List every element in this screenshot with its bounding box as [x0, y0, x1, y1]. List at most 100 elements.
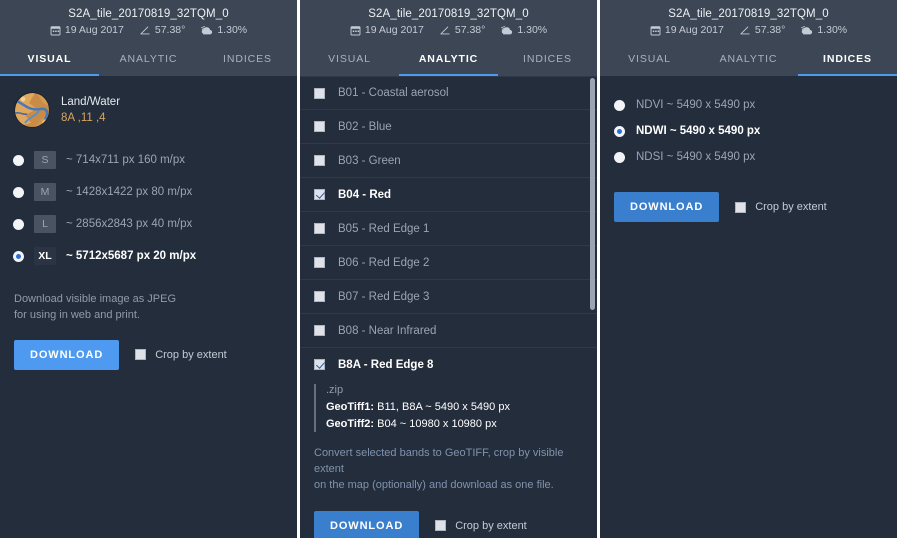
- radio-icon[interactable]: [13, 218, 24, 230]
- band-label: B04 - Red: [338, 188, 392, 201]
- resolution-option-xl[interactable]: XL ~ 5712x5687 px 20 m/px: [0, 240, 297, 272]
- band-row[interactable]: B01 - Coastal aerosol: [300, 76, 597, 110]
- page-title: S2A_tile_20170819_32TQM_0: [368, 8, 529, 20]
- band-row[interactable]: B02 - Blue: [300, 110, 597, 144]
- angle-icon: [139, 25, 151, 36]
- panel-indices-header: S2A_tile_20170819_32TQM_0 19 Aug 2017 57…: [600, 0, 897, 43]
- band-label: B06 - Red Edge 2: [338, 256, 430, 269]
- checkbox-icon[interactable]: [314, 325, 325, 336]
- checkbox-icon[interactable]: [135, 349, 147, 361]
- index-list: NDVI ~ 5490 x 5490 px NDWI ~ 5490 x 5490…: [600, 76, 897, 170]
- tab-analytic[interactable]: ANALYTIC: [699, 43, 798, 76]
- three-panel-stage: S2A_tile_20170819_32TQM_0 19 Aug 2017 57…: [0, 0, 900, 538]
- checkbox-icon-checked[interactable]: [314, 189, 325, 200]
- metadata-date-value: 19 Aug 2017: [364, 24, 424, 37]
- crop-by-extent-label: Crop by extent: [755, 201, 827, 213]
- metadata-date: 19 Aug 2017: [50, 25, 124, 36]
- zip-summary: .zip GeoTiff1: B11, B8A ~ 5490 x 5490 px…: [314, 384, 583, 432]
- metadata-angle: 57.38°: [739, 25, 785, 36]
- band-label: B07 - Red Edge 3: [338, 290, 430, 303]
- index-option-ndvi[interactable]: NDVI ~ 5490 x 5490 px: [600, 92, 897, 118]
- resolution-chip: S: [34, 151, 56, 169]
- convert-hint-line2: on the map (optionally) and download as …: [314, 478, 554, 491]
- checkbox-icon[interactable]: [314, 121, 325, 132]
- checkbox-icon[interactable]: [735, 201, 747, 213]
- panel-visual-header: S2A_tile_20170819_32TQM_0 19 Aug 2017 57…: [0, 0, 297, 43]
- preview-text: Land/Water 8A ,11 ,4: [61, 94, 120, 126]
- analytic-footer: .zip GeoTiff1: B11, B8A ~ 5490 x 5490 px…: [300, 372, 597, 538]
- band-label: B01 - Coastal aerosol: [338, 87, 449, 99]
- resolution-label: ~ 2856x2843 px 40 m/px: [66, 218, 193, 230]
- zip-title: .zip: [326, 384, 344, 396]
- radio-icon[interactable]: [13, 154, 24, 166]
- visual-hint-line2: for using in web and print.: [14, 308, 140, 321]
- resolution-option-s[interactable]: S ~ 714x711 px 160 m/px: [0, 144, 297, 176]
- preview-name: Land/Water: [61, 95, 121, 108]
- index-label: NDSI ~ 5490 x 5490 px: [636, 151, 756, 163]
- resolution-label: ~ 714x711 px 160 m/px: [66, 154, 186, 166]
- checkbox-icon[interactable]: [314, 87, 325, 99]
- resolution-chip: L: [34, 215, 56, 233]
- radio-icon[interactable]: [13, 186, 24, 198]
- crop-by-extent-toggle[interactable]: Crop by extent: [135, 349, 227, 361]
- index-label: NDWI ~ 5490 x 5490 px: [636, 125, 761, 137]
- index-option-ndsi[interactable]: NDSI ~ 5490 x 5490 px: [600, 144, 897, 170]
- analytic-actions: DOWNLOAD Crop by extent: [314, 494, 583, 538]
- checkbox-icon[interactable]: [314, 291, 325, 302]
- preview-thumbnail[interactable]: [14, 92, 50, 128]
- zip-file-name: GeoTiff1:: [326, 401, 375, 413]
- zip-file-detail: B04 ~ 10980 x 10980 px: [377, 417, 497, 430]
- tab-visual[interactable]: VISUAL: [600, 43, 699, 76]
- resolution-option-l[interactable]: L ~ 2856x2843 px 40 m/px: [0, 208, 297, 240]
- band-row[interactable]: B05 - Red Edge 1: [300, 212, 597, 246]
- preview-bands: 8A ,11 ,4: [61, 112, 106, 124]
- crop-by-extent-toggle[interactable]: Crop by extent: [735, 201, 827, 213]
- checkbox-icon[interactable]: [314, 257, 325, 268]
- tab-indices[interactable]: INDICES: [798, 43, 897, 76]
- band-row[interactable]: B04 - Red: [300, 178, 597, 212]
- zip-file-detail: B11, B8A ~ 5490 x 5490 px: [377, 401, 510, 413]
- tab-indices[interactable]: INDICES: [198, 43, 297, 76]
- metadata-angle-value: 57.38°: [454, 24, 486, 37]
- download-button[interactable]: DOWNLOAD: [314, 510, 420, 538]
- band-row[interactable]: B08 - Near Infrared: [300, 314, 597, 348]
- band-row[interactable]: B07 - Red Edge 3: [300, 280, 597, 314]
- tab-visual[interactable]: VISUAL: [0, 43, 99, 76]
- checkbox-icon[interactable]: [314, 155, 325, 166]
- panel-analytic-header: S2A_tile_20170819_32TQM_0 19 Aug 2017 57…: [300, 0, 597, 43]
- radio-icon[interactable]: [614, 99, 625, 111]
- tab-analytic[interactable]: ANALYTIC: [99, 43, 198, 76]
- band-row[interactable]: B8A - Red Edge 8: [300, 348, 597, 372]
- tab-visual[interactable]: VISUAL: [300, 43, 399, 76]
- band-row[interactable]: B03 - Green: [300, 144, 597, 178]
- checkbox-icon-checked[interactable]: [314, 359, 325, 370]
- index-option-ndwi[interactable]: NDWI ~ 5490 x 5490 px: [600, 118, 897, 144]
- metadata-cloud-value: 1.30%: [817, 24, 848, 37]
- crop-by-extent-toggle[interactable]: Crop by extent: [435, 520, 527, 532]
- radio-icon-selected[interactable]: [614, 125, 625, 137]
- visual-actions: DOWNLOAD Crop by extent: [0, 324, 297, 370]
- page-title: S2A_tile_20170819_32TQM_0: [668, 8, 829, 20]
- tab-analytic[interactable]: ANALYTIC: [399, 43, 498, 76]
- convert-hint: Convert selected bands to GeoTIFF, crop …: [314, 432, 583, 494]
- download-button[interactable]: DOWNLOAD: [614, 192, 720, 222]
- scene-metadata: 19 Aug 2017 57.38° 1.30%: [300, 25, 597, 36]
- convert-hint-line1: Convert selected bands to GeoTIFF, crop …: [314, 447, 564, 475]
- vertical-scrollbar[interactable]: [590, 78, 595, 310]
- metadata-cloud-value: 1.30%: [517, 24, 548, 37]
- radio-icon-selected[interactable]: [13, 250, 24, 262]
- cloud-icon: [500, 25, 513, 36]
- checkbox-icon[interactable]: [435, 520, 447, 532]
- metadata-date-value: 19 Aug 2017: [64, 24, 124, 37]
- radio-icon[interactable]: [614, 151, 625, 163]
- resolution-option-m[interactable]: M ~ 1428x1422 px 80 m/px: [0, 176, 297, 208]
- tab-indices[interactable]: INDICES: [498, 43, 597, 76]
- panel-analytic-body: B01 - Coastal aerosol B02 - Blue B03 - G…: [300, 76, 597, 538]
- panel-indices-body: NDVI ~ 5490 x 5490 px NDWI ~ 5490 x 5490…: [600, 76, 897, 538]
- metadata-angle: 57.38°: [139, 25, 185, 36]
- download-button[interactable]: DOWNLOAD: [14, 339, 120, 370]
- preview-row[interactable]: Land/Water 8A ,11 ,4: [0, 76, 297, 128]
- zip-file-name: GeoTiff2:: [326, 417, 375, 430]
- band-row[interactable]: B06 - Red Edge 2: [300, 246, 597, 280]
- checkbox-icon[interactable]: [314, 223, 325, 234]
